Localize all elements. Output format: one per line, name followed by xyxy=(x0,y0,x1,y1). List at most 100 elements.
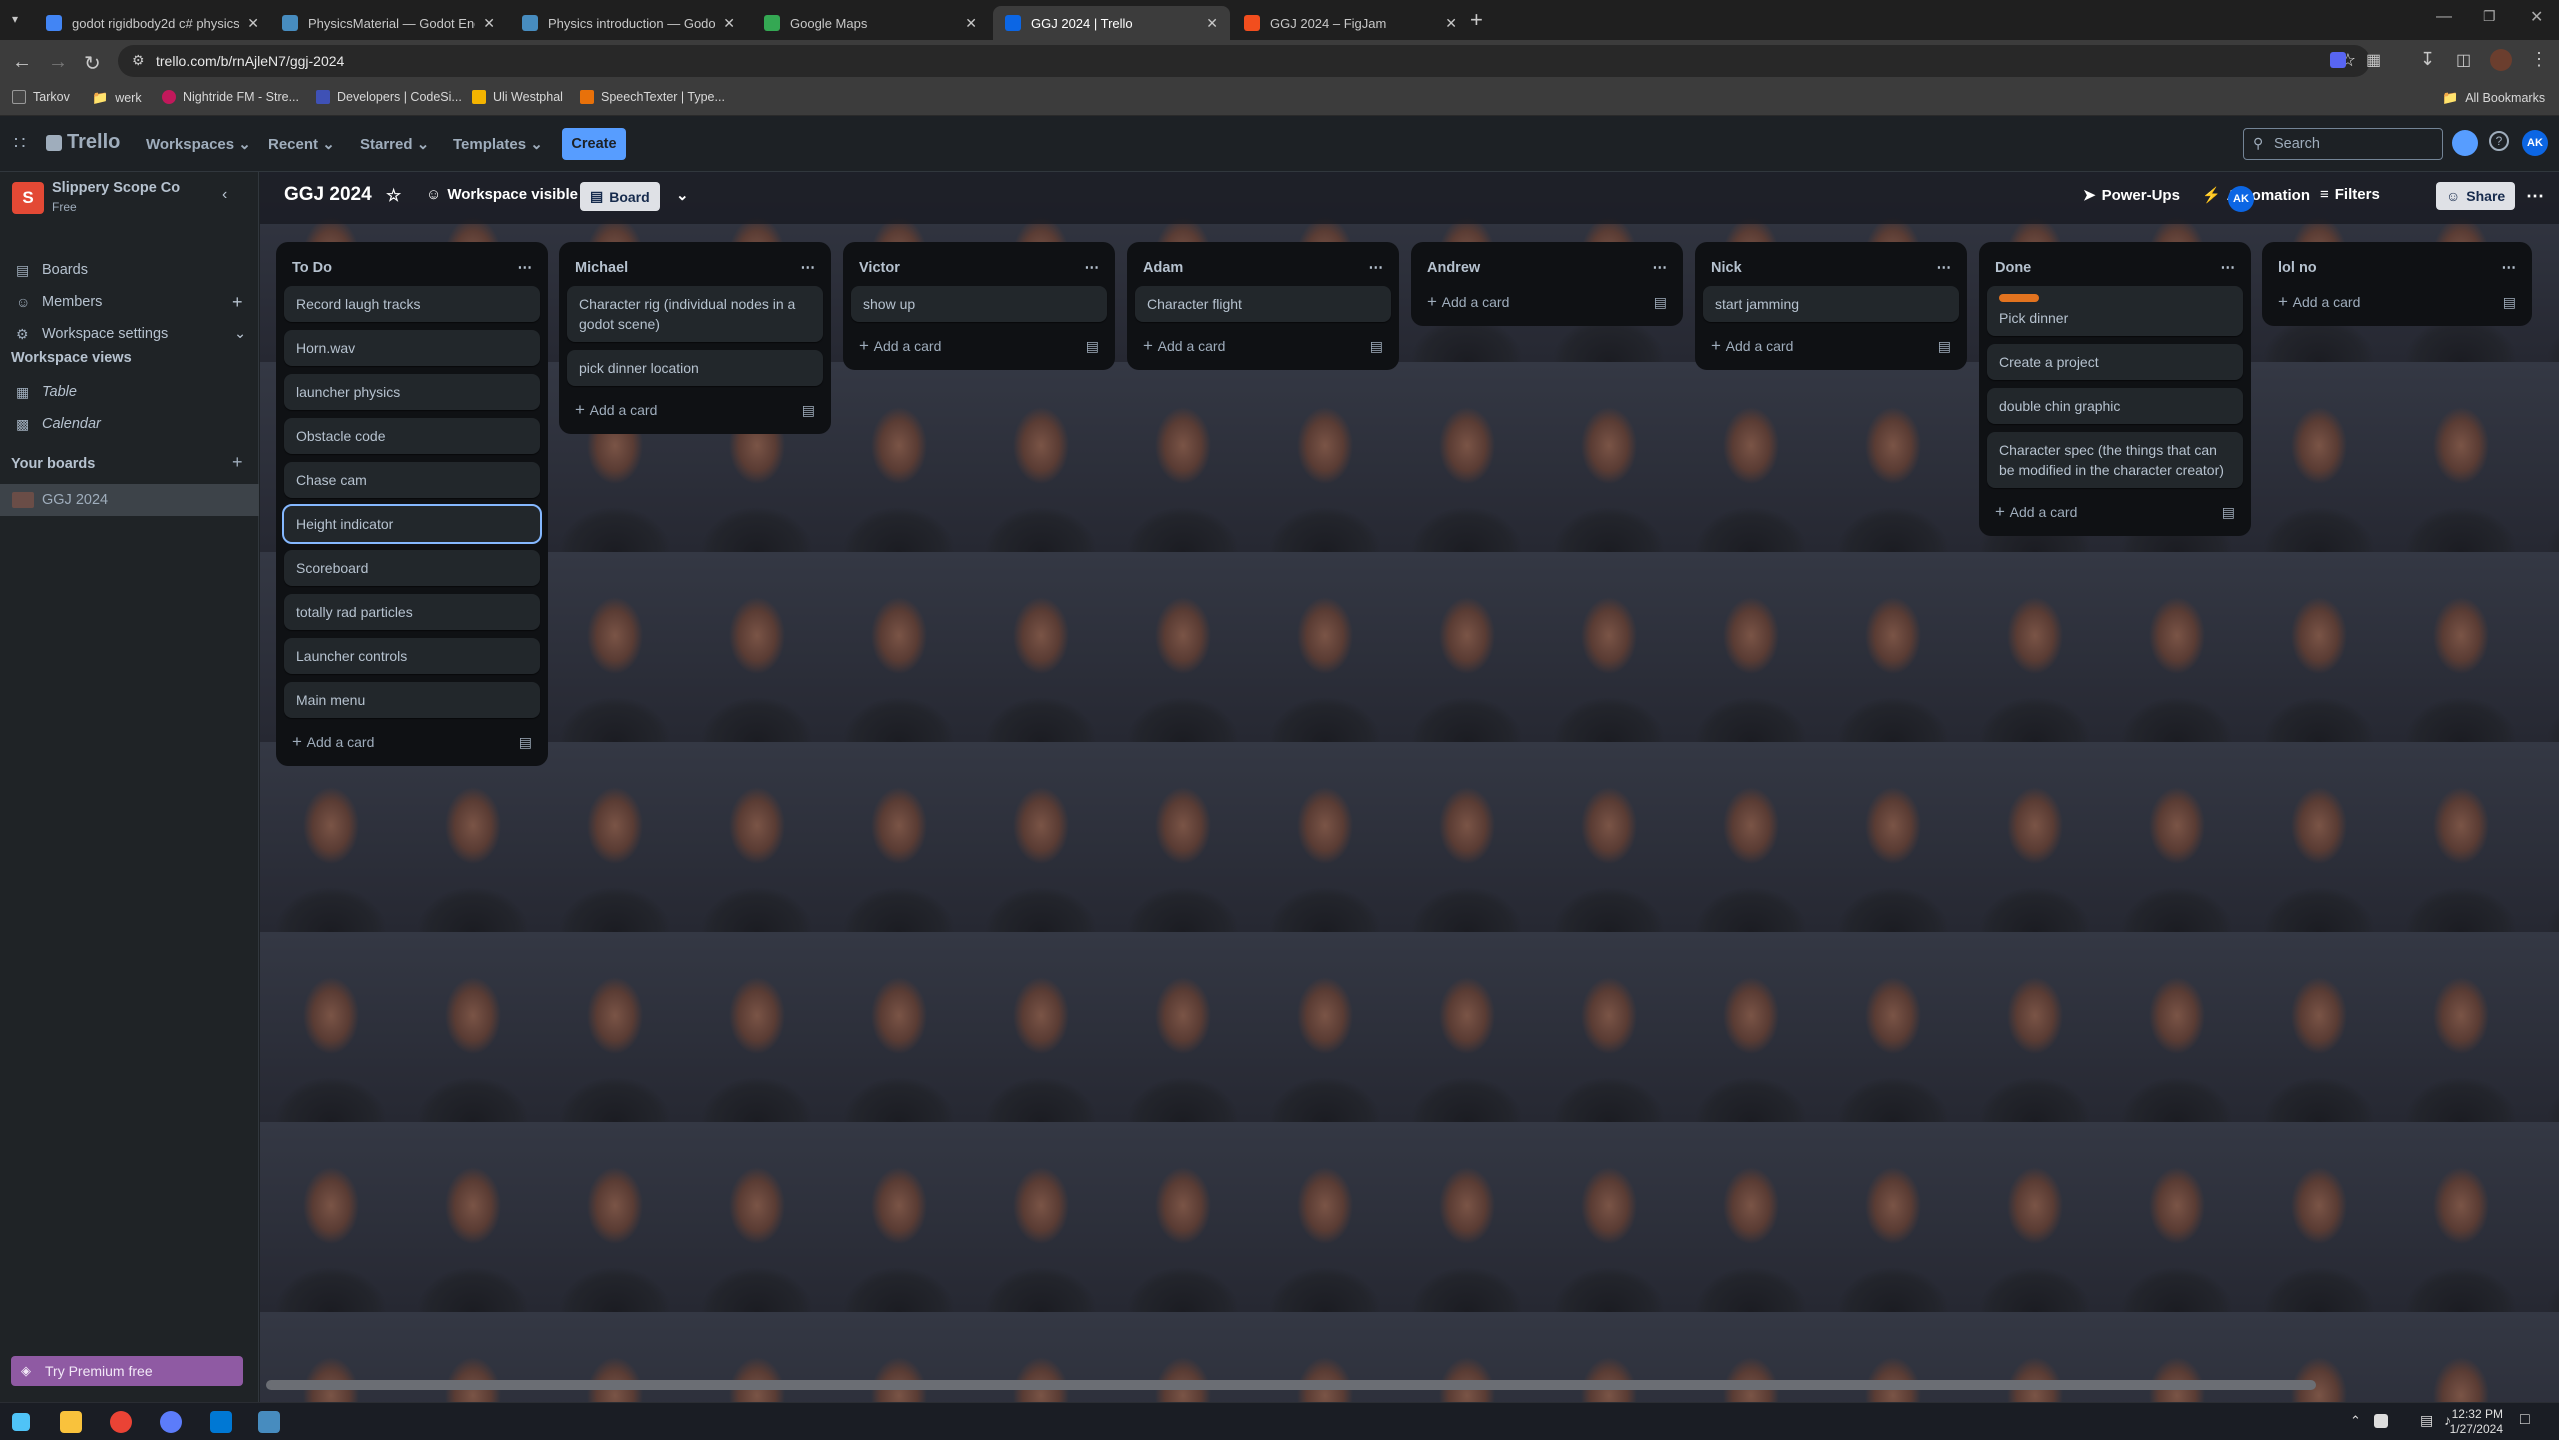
list-title[interactable]: Nick xyxy=(1711,260,1742,276)
close-tab-icon[interactable]: ✕ xyxy=(1206,15,1218,32)
sidebar-item-members[interactable]: ☺ Members + xyxy=(0,286,259,318)
new-tab-button[interactable]: + xyxy=(1470,7,1483,33)
add-card-button[interactable]: + Add a card ▤ xyxy=(1135,330,1391,362)
bookmark-item[interactable]: Developers | CodeSi... xyxy=(316,90,462,104)
taskbar-clock[interactable]: 12:32 PM 1/27/2024 xyxy=(2450,1407,2503,1437)
list-menu-icon[interactable]: ⋯ xyxy=(1653,260,1668,276)
list-menu-icon[interactable]: ⋯ xyxy=(801,260,816,276)
restore-icon[interactable]: ❐ xyxy=(2483,8,2496,25)
list-menu-icon[interactable]: ⋯ xyxy=(2221,260,2236,276)
card[interactable]: Obstacle code xyxy=(284,418,540,454)
list-title[interactable]: Done xyxy=(1995,260,2031,276)
menu-recent[interactable]: Recent ⌄ xyxy=(268,135,335,153)
board-member-avatar[interactable]: AK xyxy=(2228,186,2254,212)
board-title[interactable]: GGJ 2024 xyxy=(284,184,372,206)
card-template-icon[interactable]: ▤ xyxy=(1654,294,1667,311)
list-title[interactable]: Michael xyxy=(575,260,628,276)
filters-button[interactable]: ≡ Filters xyxy=(2320,186,2380,203)
list-title[interactable]: Andrew xyxy=(1427,260,1480,276)
card[interactable]: pick dinner location xyxy=(567,350,823,386)
sidebar-item-workspace-settings[interactable]: ⚙ Workspace settings ⌄ xyxy=(0,318,259,350)
automation-button[interactable]: ⚡ Automation xyxy=(2202,186,2310,205)
browser-tab[interactable]: godot rigidbody2d c# physicsm ✕ xyxy=(34,6,271,40)
list-title[interactable]: Adam xyxy=(1143,260,1183,276)
sidebar-item-boards[interactable]: ▤ Boards xyxy=(0,254,259,286)
card[interactable]: Main menu xyxy=(284,682,540,718)
minimize-icon[interactable]: — xyxy=(2436,8,2452,26)
card[interactable]: Character spec (the things that can be m… xyxy=(1987,432,2243,488)
card-template-icon[interactable]: ▤ xyxy=(1370,338,1383,355)
add-member-icon[interactable]: + xyxy=(232,292,243,313)
close-window-icon[interactable]: ✕ xyxy=(2530,7,2543,27)
collapse-sidebar-icon[interactable]: ‹ xyxy=(222,186,227,204)
list-title[interactable]: To Do xyxy=(292,260,332,276)
extension-icon[interactable] xyxy=(2330,52,2346,68)
add-card-button[interactable]: + Add a card ▤ xyxy=(2270,286,2524,318)
browser-tab[interactable]: Physics introduction — Godot E ✕ xyxy=(510,6,747,40)
tray-network-icon[interactable]: ▤ xyxy=(2420,1412,2433,1429)
share-button[interactable]: ☺ Share xyxy=(2436,182,2516,210)
add-card-button[interactable]: + Add a card ▤ xyxy=(1419,286,1675,318)
list-title[interactable]: Victor xyxy=(859,260,900,276)
card[interactable]: show up xyxy=(851,286,1107,322)
board-horizontal-scrollbar[interactable] xyxy=(266,1380,2316,1390)
card-template-icon[interactable]: ▤ xyxy=(1938,338,1951,355)
view-switcher-chevron-icon[interactable]: ⌄ xyxy=(676,186,689,204)
extensions-puzzle-icon[interactable]: ▦ xyxy=(2366,50,2381,70)
side-panel-icon[interactable]: ◫ xyxy=(2456,50,2471,70)
card[interactable]: Create a project xyxy=(1987,344,2243,380)
list-title[interactable]: lol no xyxy=(2278,260,2317,276)
list-menu-icon[interactable]: ⋯ xyxy=(518,260,533,276)
add-card-button[interactable]: + Add a card ▤ xyxy=(1703,330,1959,362)
add-card-button[interactable]: + Add a card ▤ xyxy=(284,726,540,758)
close-tab-icon[interactable]: ✕ xyxy=(483,15,495,32)
list-menu-icon[interactable]: ⋯ xyxy=(2502,260,2517,276)
browser-tab[interactable]: GGJ 2024 – FigJam ✕ xyxy=(1232,6,1469,40)
card[interactable]: Launcher controls xyxy=(284,638,540,674)
back-icon[interactable]: ← xyxy=(12,51,32,74)
card[interactable]: start jamming xyxy=(1703,286,1959,322)
sidebar-item-calendar[interactable]: ▩ Calendar xyxy=(0,408,259,440)
workspace-avatar[interactable]: S xyxy=(12,182,44,214)
tray-chevron-icon[interactable]: ⌃ xyxy=(2350,1413,2361,1429)
close-tab-icon[interactable]: ✕ xyxy=(247,15,259,32)
workspace-name[interactable]: Slippery Scope Co xyxy=(52,180,180,196)
trello-logo[interactable]: Trello xyxy=(46,131,120,154)
profile-avatar[interactable] xyxy=(2490,49,2512,71)
notification-center-icon[interactable]: □ xyxy=(2520,1411,2530,1429)
settings-app-icon[interactable] xyxy=(160,1411,182,1433)
sidebar-board-ggj-2024[interactable]: GGJ 2024 xyxy=(0,484,259,516)
sidebar-item-table[interactable]: ▦ Table xyxy=(0,376,259,408)
star-icon[interactable]: ☆ xyxy=(386,186,401,206)
download-icon[interactable]: ↧ xyxy=(2420,49,2435,70)
bookmark-item[interactable]: Uli Westphal xyxy=(472,90,563,104)
notifications-icon[interactable] xyxy=(2452,130,2478,156)
card[interactable]: Height indicator xyxy=(282,504,542,544)
menu-templates[interactable]: Templates ⌄ xyxy=(453,135,543,153)
board-menu-icon[interactable]: ⋯ xyxy=(2526,186,2544,207)
bookmark-item[interactable]: SpeechTexter | Type... xyxy=(580,90,725,104)
browser-tab[interactable]: GGJ 2024 | Trello ✕ xyxy=(993,6,1230,40)
list-header[interactable]: lol no ⋯ xyxy=(2270,250,2524,286)
reload-icon[interactable]: ↻ xyxy=(84,51,101,76)
card[interactable]: totally rad particles xyxy=(284,594,540,630)
search-input[interactable]: ⚲ Search xyxy=(2243,128,2443,160)
card-template-icon[interactable]: ▤ xyxy=(2222,504,2235,521)
card[interactable]: Scoreboard xyxy=(284,550,540,586)
list-header[interactable]: Andrew ⋯ xyxy=(1419,250,1675,286)
card[interactable]: Character flight xyxy=(1135,286,1391,322)
power-ups-button[interactable]: ➤ Power-Ups xyxy=(2083,186,2180,205)
browser-tab[interactable]: PhysicsMaterial — Godot Engi ✕ xyxy=(270,6,507,40)
forward-icon[interactable]: → xyxy=(48,51,68,74)
list-header[interactable]: Nick ⋯ xyxy=(1703,250,1959,286)
app-switcher-icon[interactable]: ∷ xyxy=(14,133,25,154)
chrome-menu-icon[interactable]: ⋮ xyxy=(2530,49,2548,70)
godot-icon[interactable] xyxy=(258,1411,280,1433)
all-bookmarks-folder[interactable]: 📁 All Bookmarks xyxy=(2442,90,2545,106)
card[interactable]: launcher physics xyxy=(284,374,540,410)
tab-search-icon[interactable]: ▾ xyxy=(12,12,18,26)
try-premium-button[interactable]: ◈ Try Premium free xyxy=(11,1356,243,1386)
address-bar[interactable]: ⚙ trello.com/b/rnAjleN7/ggj-2024 ☆ xyxy=(118,45,2370,77)
list-header[interactable]: Victor ⋯ xyxy=(851,250,1107,286)
file-explorer-icon[interactable] xyxy=(60,1411,82,1433)
